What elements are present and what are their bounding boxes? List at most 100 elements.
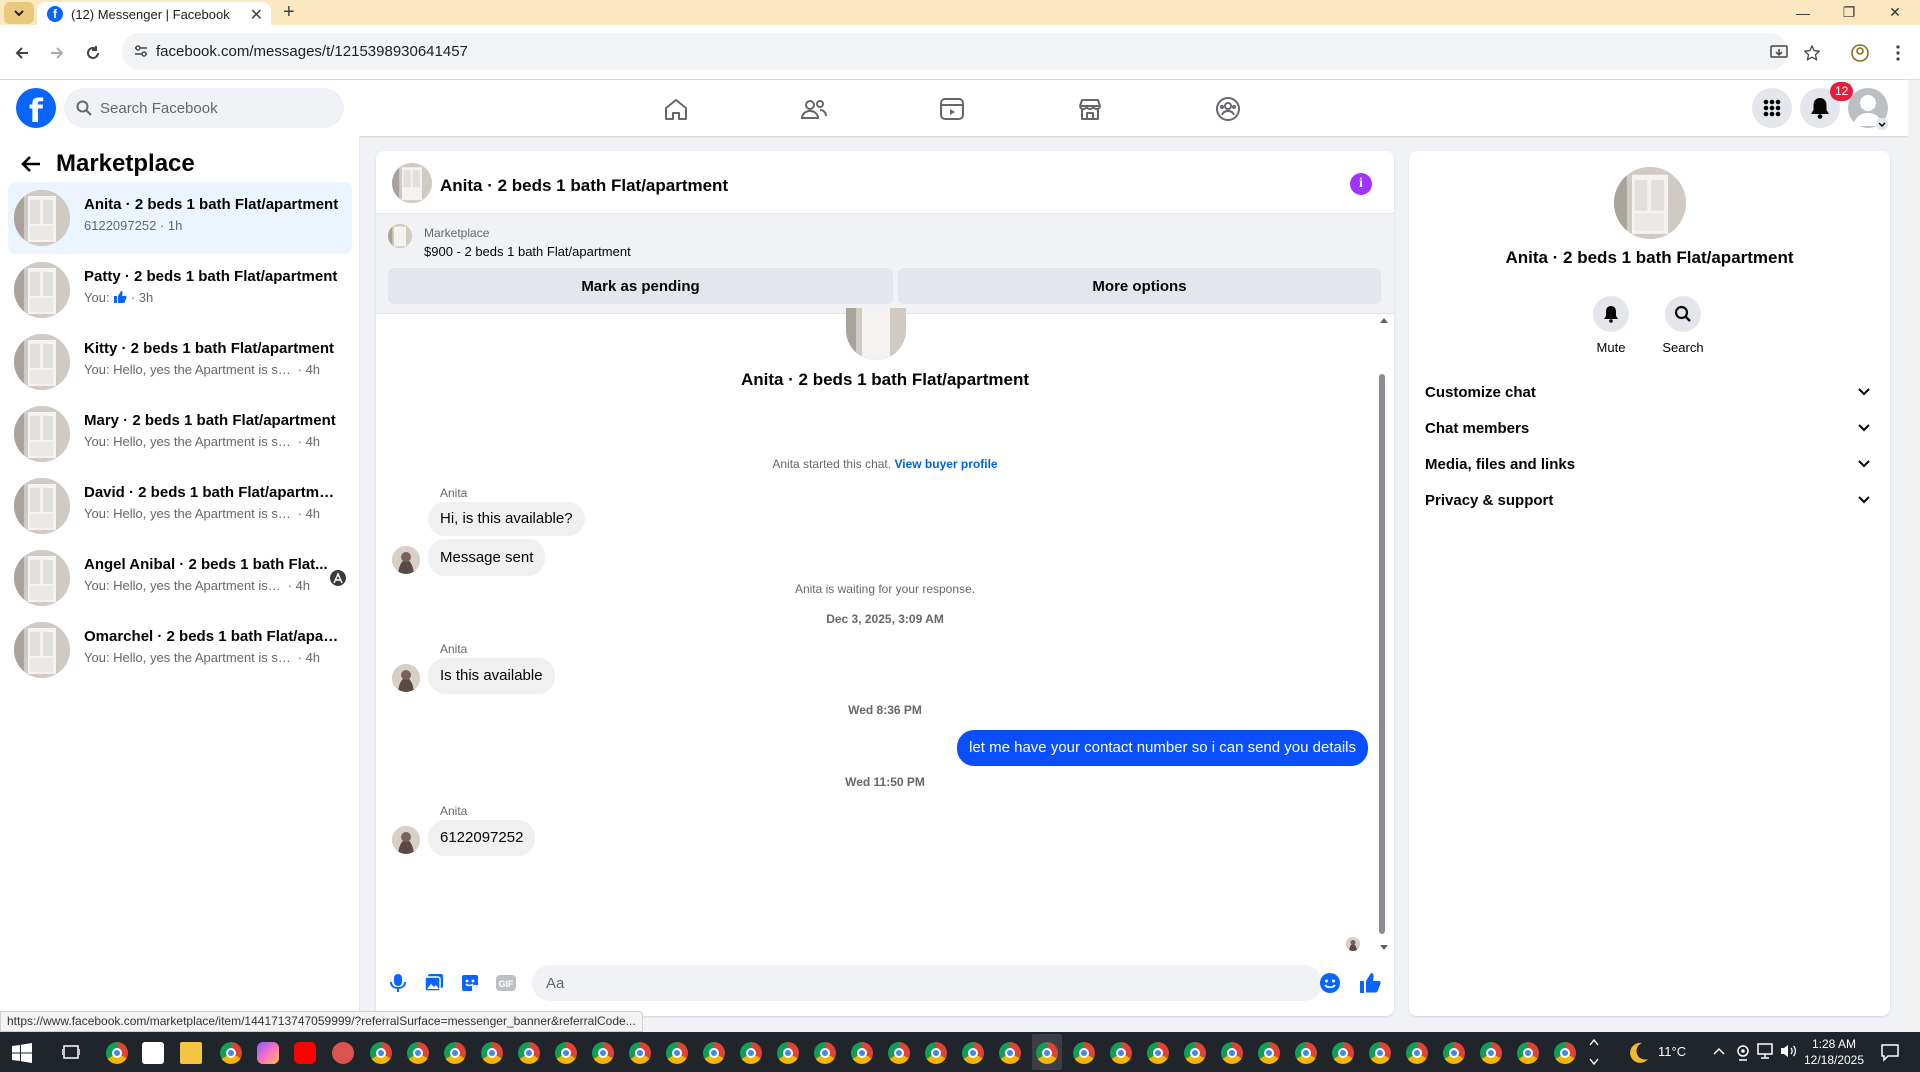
chrome-taskbar-icon[interactable] [740, 1042, 762, 1064]
minimize-button[interactable]: — [1780, 0, 1826, 25]
chrome-taskbar-icon[interactable] [666, 1042, 688, 1064]
profile-thumbnail[interactable] [1614, 167, 1686, 239]
mark-as-pending-button[interactable]: Mark as pending [388, 268, 893, 304]
conversation-item[interactable]: Kitty · 2 beds 1 bath Flat/apartment You… [8, 326, 352, 398]
chrome-taskbar-icon[interactable] [1258, 1042, 1280, 1064]
outgoing-message[interactable]: let me have your contact number so i can… [957, 730, 1368, 766]
conversation-item[interactable]: Omarchel · 2 beds 1 bath Flat/apar... Yo… [8, 614, 352, 686]
chrome-taskbar-icon[interactable] [703, 1042, 725, 1064]
chrome-taskbar-icon[interactable] [962, 1042, 984, 1064]
chrome-taskbar-icon[interactable] [555, 1042, 577, 1064]
tab-close-icon[interactable]: ✕ [250, 5, 263, 25]
page-scrollbar[interactable] [1908, 80, 1920, 1032]
copilot-taskbar-icon[interactable] [257, 1042, 279, 1064]
microphone-icon[interactable] [386, 971, 410, 995]
mute-button[interactable]: Mute [1581, 296, 1641, 355]
chrome-taskbar-icon[interactable] [1036, 1042, 1058, 1064]
bookmark-button[interactable] [1798, 39, 1826, 67]
sender-avatar[interactable] [392, 664, 420, 692]
info-icon[interactable]: i [1350, 173, 1372, 195]
clock[interactable]: 1:28 AM 12/18/2025 [1801, 1036, 1867, 1068]
chrome-taskbar-icon[interactable] [444, 1042, 466, 1064]
chrome-taskbar-icon[interactable] [1406, 1042, 1428, 1064]
gif-icon[interactable]: GIF [494, 971, 518, 995]
conversation-item[interactable]: David · 2 beds 1 bath Flat/apartment You… [8, 470, 352, 542]
marketplace-nav-icon[interactable] [1075, 94, 1105, 124]
search-chat-button[interactable]: Search [1653, 296, 1713, 355]
task-view-icon[interactable] [62, 1043, 80, 1061]
conversation-item[interactable]: Anita · 2 beds 1 bath Flat/apartment 612… [8, 182, 352, 254]
reload-button[interactable] [79, 39, 107, 67]
chrome-taskbar-icon[interactable] [1369, 1042, 1391, 1064]
window-close-button[interactable]: ✕ [1872, 0, 1918, 25]
install-app-button[interactable] [1765, 39, 1793, 67]
incoming-message[interactable]: 6122097252 [428, 820, 536, 856]
moon-weather-icon[interactable] [1626, 1041, 1650, 1065]
chrome-taskbar-icon[interactable] [999, 1042, 1021, 1064]
conversation-item[interactable]: Angel Anibal · 2 beds 1 bath Flat... You… [8, 542, 352, 614]
emoji-icon[interactable] [1318, 971, 1342, 995]
incoming-message[interactable]: Hi, is this available? [428, 502, 585, 536]
listing-thumbnail[interactable] [388, 224, 412, 248]
sender-avatar[interactable] [392, 546, 420, 574]
notification-center-icon[interactable] [1880, 1042, 1900, 1062]
chrome-taskbar-icon[interactable] [1480, 1042, 1502, 1064]
photo-icon[interactable] [422, 971, 446, 995]
chrome-taskbar-icon[interactable] [851, 1042, 873, 1064]
account-chevron-icon[interactable] [1876, 118, 1888, 130]
chrome-taskbar-icon[interactable] [220, 1042, 242, 1064]
chrome-taskbar-icon[interactable] [1295, 1042, 1317, 1064]
chrome-taskbar-icon[interactable] [370, 1042, 392, 1064]
chat-title[interactable]: Anita · 2 beds 1 bath Flat/apartment [440, 176, 728, 196]
address-bar[interactable]: facebook.com/messages/t/1215398930641457 [122, 33, 1788, 70]
more-options-button[interactable]: More options [898, 268, 1381, 304]
chrome-taskbar-icon[interactable] [407, 1042, 429, 1064]
video-nav-icon[interactable] [937, 94, 967, 124]
chevron-up-icon[interactable] [1713, 1046, 1725, 1056]
app-taskbar-icon[interactable] [332, 1042, 354, 1064]
youtube-taskbar-icon[interactable] [294, 1042, 316, 1064]
listing-link[interactable]: $900 - 2 beds 1 bath Flat/apartment [424, 244, 631, 259]
chrome-taskbar-icon[interactable] [925, 1042, 947, 1064]
chrome-taskbar-icon[interactable] [1110, 1042, 1132, 1064]
chrome-taskbar-icon[interactable] [592, 1042, 614, 1064]
chrome-taskbar-icon[interactable] [1221, 1042, 1243, 1064]
new-tab-button[interactable]: + [283, 1, 295, 24]
scroll-up-icon[interactable] [1379, 316, 1389, 324]
camera-privacy-icon[interactable] [1735, 1043, 1751, 1061]
chrome-taskbar-icon[interactable] [888, 1042, 910, 1064]
chrome-taskbar-icon[interactable] [1147, 1042, 1169, 1064]
back-arrow-icon[interactable] [20, 154, 42, 174]
store-taskbar-icon[interactable] [142, 1042, 164, 1064]
chrome-taskbar-icon[interactable] [629, 1042, 651, 1064]
browser-tab[interactable]: f (12) Messenger | Facebook ✕ [37, 2, 271, 26]
chrome-taskbar-icon[interactable] [1443, 1042, 1465, 1064]
message-input[interactable] [532, 965, 1322, 1001]
taskbar-overflow-icon[interactable] [1589, 1036, 1599, 1068]
conversation-item[interactable]: Patty · 2 beds 1 bath Flat/apartment You… [8, 254, 352, 326]
facebook-logo-icon[interactable]: f [16, 88, 56, 128]
incoming-message[interactable]: Message sent [428, 539, 546, 576]
sticker-icon[interactable] [458, 971, 482, 995]
groups-nav-icon[interactable] [1213, 94, 1243, 124]
sender-avatar[interactable] [392, 826, 420, 854]
scroll-down-icon[interactable] [1379, 944, 1389, 952]
search-facebook-input[interactable]: Search Facebook [64, 88, 344, 128]
chrome-taskbar-icon[interactable] [1554, 1042, 1576, 1064]
windows-start-icon[interactable] [12, 1043, 32, 1063]
conversation-item[interactable]: Mary · 2 beds 1 bath Flat/apartment You:… [8, 398, 352, 470]
view-buyer-profile-link[interactable]: View buyer profile [894, 457, 997, 471]
chat-avatar[interactable] [392, 163, 432, 203]
chrome-taskbar-icon[interactable] [1332, 1042, 1354, 1064]
menu-grid-button[interactable] [1752, 88, 1792, 128]
file-explorer-icon[interactable] [180, 1042, 202, 1064]
friends-nav-icon[interactable] [799, 94, 829, 124]
chrome-taskbar-icon[interactable] [814, 1042, 836, 1064]
chrome-taskbar-icon[interactable] [1184, 1042, 1206, 1064]
weather-temperature[interactable]: 11°C [1658, 1044, 1686, 1059]
customize-chat-section[interactable]: Customize chat [1425, 374, 1885, 410]
privacy-support-section[interactable]: Privacy & support [1425, 482, 1885, 518]
forward-button[interactable] [43, 39, 71, 67]
message-scrollbar[interactable] [1379, 374, 1385, 934]
back-button[interactable] [8, 39, 36, 67]
